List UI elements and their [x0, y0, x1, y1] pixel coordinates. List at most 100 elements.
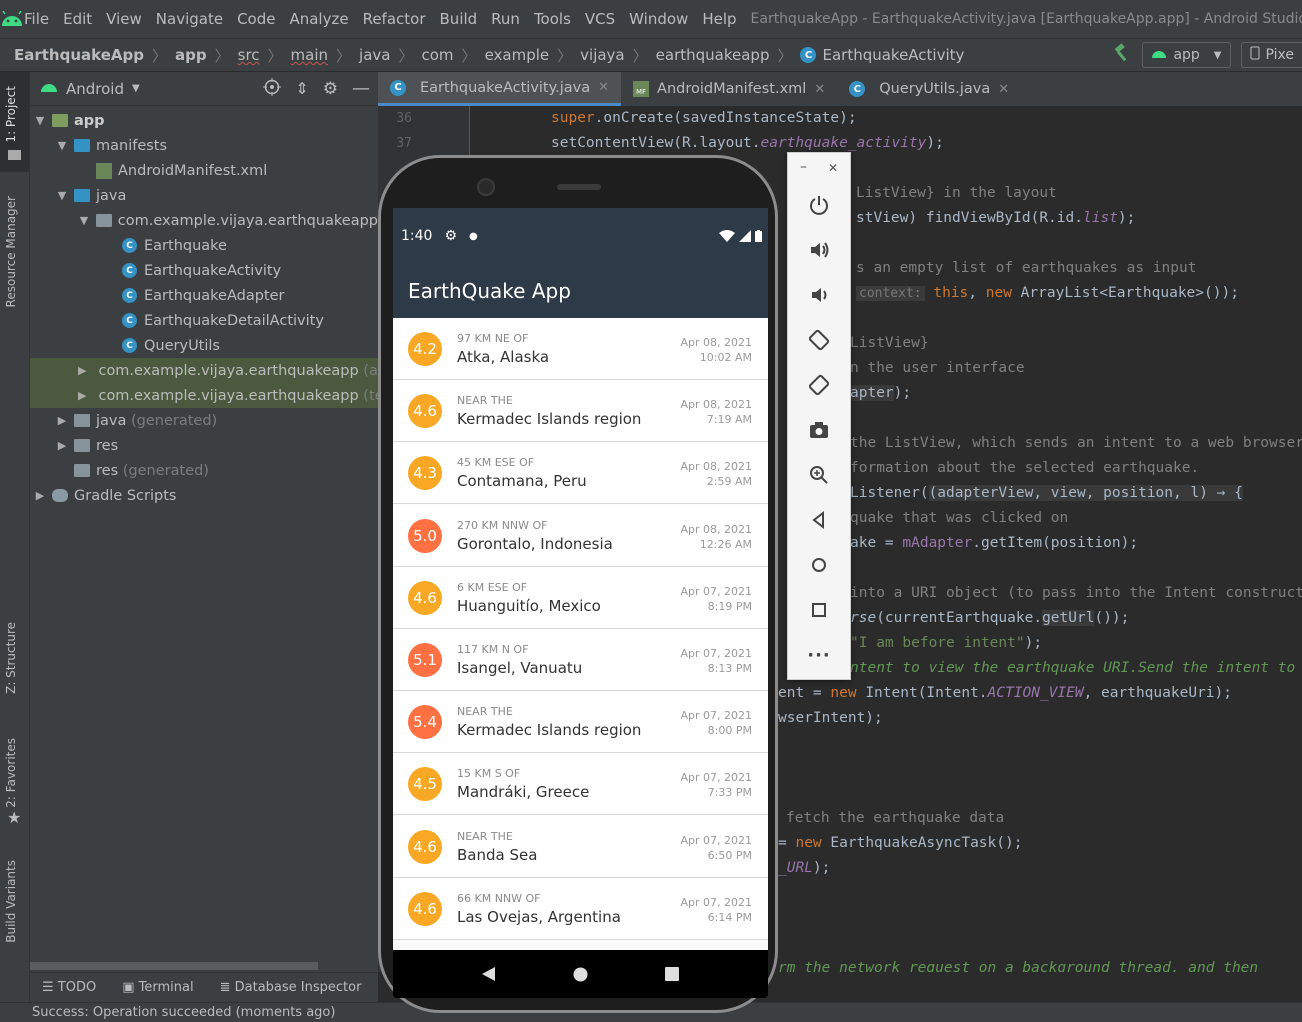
resource-manager-tab[interactable]: Resource Manager	[4, 196, 18, 307]
emulator-screen[interactable]: 1:40 ⚙ ● EarthQuake App 4.2 97 km NE of At…	[393, 208, 768, 998]
tree-item-java[interactable]: ▼ java	[30, 183, 378, 208]
crumb-project[interactable]: EarthquakeApp	[14, 46, 144, 64]
overview-button[interactable]	[804, 595, 834, 625]
chevron-down-icon: ▼	[1213, 49, 1222, 61]
earthquake-list[interactable]: 4.2 97 km NE of Atka, Alaska Apr 08, 2021 10…	[393, 318, 768, 950]
crumb-example[interactable]: example	[485, 46, 550, 64]
tree-item-package-test[interactable]: ▶ com.example.vijaya.earthquakeapp (te	[30, 383, 378, 408]
hide-panel-icon[interactable]: —	[352, 78, 370, 99]
rotate-left-button[interactable]	[804, 325, 834, 355]
volume-up-icon	[811, 242, 829, 258]
project-tool-tab[interactable]: 1: Project	[4, 86, 18, 143]
volume-down-button[interactable]	[804, 280, 834, 310]
back-icon[interactable]	[481, 967, 496, 981]
tree-item-manifests[interactable]: ▼ manifests	[30, 133, 378, 158]
run-config-select[interactable]: app ▼	[1142, 42, 1231, 68]
todo-tab[interactable]: ☰ TODO	[42, 980, 96, 995]
earthquake-list-item[interactable]: 4.6 6 km ESE of Huanguitío, Mexico Apr 07, …	[393, 566, 768, 629]
menu-window[interactable]: Window	[629, 10, 688, 28]
close-icon[interactable]: ✕	[814, 82, 825, 97]
build-variants-tab[interactable]: Build Variants	[4, 860, 18, 943]
tree-item-class-earthquake[interactable]: C Earthquake	[30, 233, 378, 258]
tab-queryutils[interactable]: C QueryUtils.java ✕	[837, 72, 1021, 106]
location-offset: 97 km NE of	[457, 332, 529, 345]
tree-item-suffix: (generated)	[131, 412, 218, 429]
rotate-right-button[interactable]	[804, 370, 834, 400]
crumb-vijaya[interactable]: vijaya	[580, 46, 624, 64]
power-button[interactable]	[804, 190, 834, 220]
crumb-src[interactable]: src	[238, 46, 260, 64]
folder-icon	[8, 150, 21, 160]
earthquake-list-item[interactable]: 4.6 Near the Kermadec Islands region Apr 08…	[393, 380, 768, 443]
menu-edit[interactable]: Edit	[63, 10, 92, 28]
crumb-java[interactable]: java	[359, 46, 390, 64]
tree-item-class-earthquakeactivity[interactable]: C EarthquakeActivity	[30, 258, 378, 283]
quake-time: 6:50 PM	[707, 848, 752, 862]
earthquake-list-item[interactable]: 4.6 Near the Banda Sea Apr 07, 2021 6:50 PM	[393, 815, 768, 878]
tree-item-package[interactable]: ▼ com.example.vijaya.earthquakeapp	[30, 208, 378, 233]
menu-navigate[interactable]: Navigate	[156, 10, 223, 28]
menu-tools[interactable]: Tools	[534, 10, 571, 28]
menu-build[interactable]: Build	[440, 10, 478, 28]
tree-item-manifest-file[interactable]: AndroidManifest.xml	[30, 158, 378, 183]
close-icon[interactable]: ✕	[998, 82, 1009, 97]
menu-help[interactable]: Help	[702, 10, 736, 28]
chevron-down-icon[interactable]: ▼	[132, 83, 140, 94]
earthquake-list-item[interactable]: 4.3 45 km ESE of Contamana, Peru Apr 08, 20…	[393, 442, 768, 505]
close-icon[interactable]: ✕	[598, 80, 609, 95]
tree-item-app[interactable]: ▼ app	[30, 108, 378, 133]
menu-file[interactable]: File	[24, 10, 49, 28]
menu-view[interactable]: View	[106, 10, 142, 28]
crumb-class[interactable]: C EarthquakeActivity	[800, 46, 964, 64]
tree-item-java-generated[interactable]: ▶ java (generated)	[30, 408, 378, 433]
code-line: ent = new Intent(Intent.ACTION_VIEW, ear…	[778, 685, 1232, 701]
device-select[interactable]: Pixe	[1240, 42, 1302, 68]
collapse-all-icon[interactable]: ⇕	[295, 79, 308, 98]
crumb-main[interactable]: main	[291, 46, 328, 64]
menu-vcs[interactable]: VCS	[585, 10, 615, 28]
menu-run[interactable]: Run	[491, 10, 520, 28]
location-offset: Near the	[457, 829, 513, 843]
zoom-button[interactable]	[804, 460, 834, 490]
close-icon[interactable]: ✕	[828, 161, 838, 175]
earthquake-list-item[interactable]: 4.2 97 km NE of Atka, Alaska Apr 08, 2021 10…	[393, 318, 768, 380]
earthquake-list-item[interactable]: 5.0 270 km NNW of Gorontalo, Indonesia Apr …	[393, 504, 768, 567]
structure-tab[interactable]: Z: Structure	[4, 622, 18, 694]
earthquake-list-item[interactable]: 5.1 117 km N of Isangel, Vanuatu Apr 07, 20…	[393, 629, 768, 691]
horizontal-scrollbar[interactable]	[30, 962, 318, 970]
volume-up-button[interactable]	[804, 235, 834, 265]
home-icon[interactable]	[573, 967, 588, 982]
tree-item-class-earthquakeadapter[interactable]: C EarthquakeAdapter	[30, 283, 378, 308]
menu-refactor[interactable]: Refactor	[363, 10, 426, 28]
hammer-build-icon[interactable]	[1112, 43, 1132, 67]
terminal-tab[interactable]: ▣ Terminal	[122, 980, 193, 995]
tab-androidmanifest[interactable]: MF AndroidManifest.xml ✕	[621, 72, 837, 106]
minimize-icon[interactable]: –	[800, 159, 807, 175]
crumb-module[interactable]: app	[175, 46, 207, 64]
more-button[interactable]: ···	[804, 640, 834, 670]
tree-item-res-generated[interactable]: res (generated)	[30, 458, 378, 483]
screenshot-button[interactable]	[804, 415, 834, 445]
earthquake-list-item[interactable]: 5.4 Near the Kermadec Islands region Apr 07…	[393, 691, 768, 754]
tree-item-package-androidtest[interactable]: ▶ com.example.vijaya.earthquakeapp (ar	[30, 358, 378, 383]
project-view-select[interactable]: Android	[66, 80, 124, 98]
crumb-com[interactable]: com	[422, 46, 454, 64]
menu-code[interactable]: Code	[237, 10, 275, 28]
tree-item-class-queryutils[interactable]: C QueryUtils	[30, 333, 378, 358]
database-inspector-tab[interactable]: ≣ Database Inspector	[220, 980, 362, 995]
tree-item-suffix: (te	[363, 387, 378, 404]
tab-earthquakeactivity[interactable]: C EarthquakeActivity.java ✕	[378, 72, 622, 106]
menu-analyze[interactable]: Analyze	[289, 10, 348, 28]
earthquake-list-item[interactable]: 4.6 66 km NNW of Las Ovejas, Argentina Apr …	[393, 877, 768, 940]
home-button[interactable]	[804, 550, 834, 580]
gear-icon[interactable]: ⚙	[323, 79, 338, 99]
tree-item-res[interactable]: ▶ res	[30, 433, 378, 458]
tree-item-gradle-scripts[interactable]: ▶ Gradle Scripts	[30, 483, 378, 508]
back-button[interactable]	[804, 505, 834, 535]
overview-icon[interactable]	[665, 967, 680, 981]
favorites-tab[interactable]: 2: Favorites	[4, 738, 18, 808]
locate-icon[interactable]	[263, 77, 282, 100]
tree-item-class-earthquakedetailactivity[interactable]: C EarthquakeDetailActivity	[30, 308, 378, 333]
crumb-earthquakeapp[interactable]: earthquakeapp	[656, 46, 770, 64]
earthquake-list-item[interactable]: 4.5 15 km S of Mandráki, Greece Apr 07, 202…	[393, 753, 768, 816]
